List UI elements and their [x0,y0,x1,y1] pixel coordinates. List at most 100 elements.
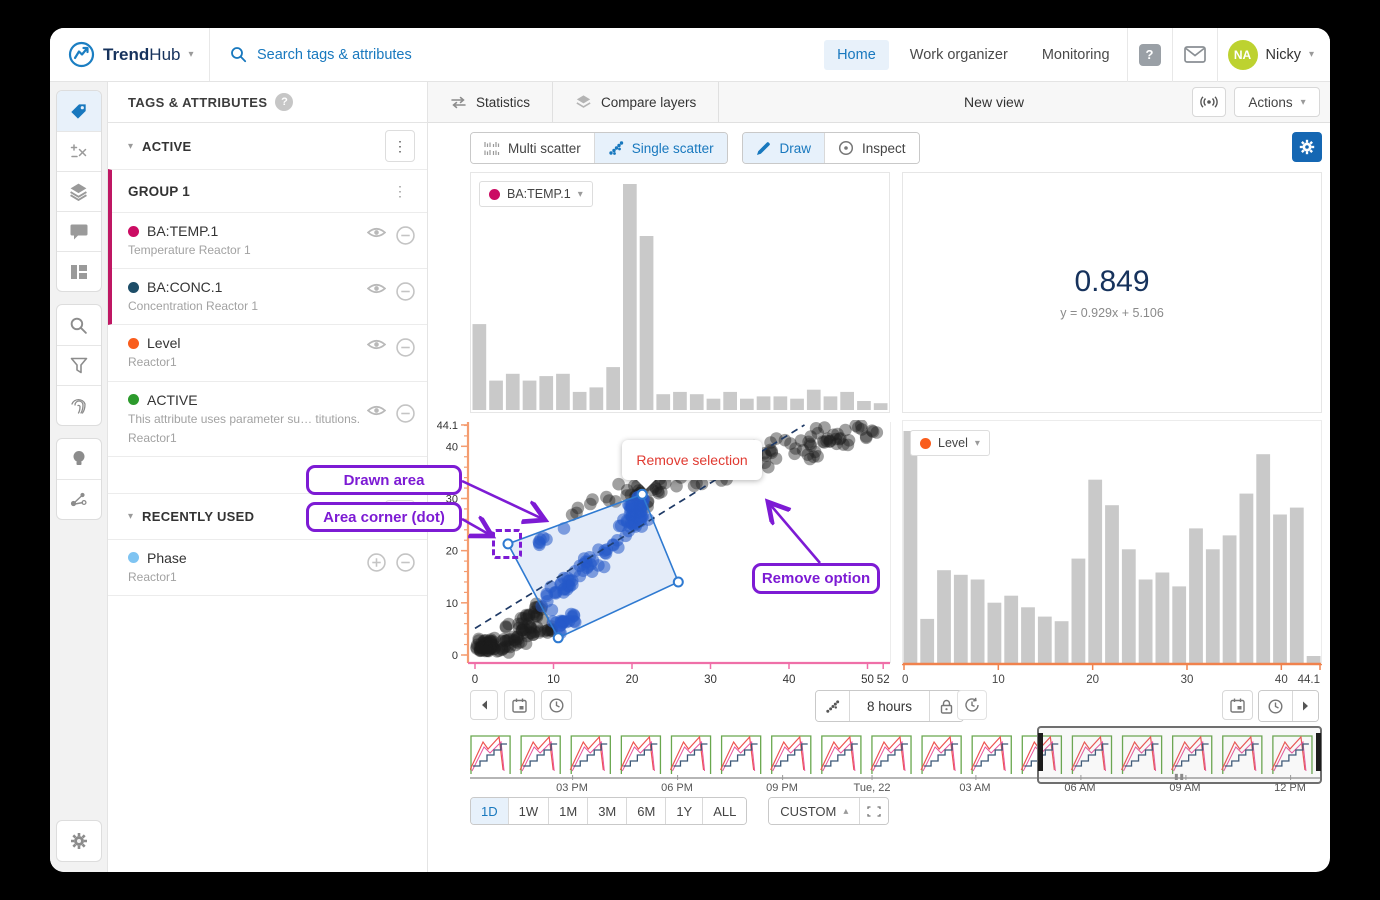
tag-group-1: GROUP 1 ⋮ BA:TEMP.1 Temperature Reactor … [108,169,427,325]
user-chevron-down-icon: ▾ [1309,49,1314,60]
brand-chevron-down-icon[interactable]: ▾ [188,49,193,60]
frame-icon [867,806,881,817]
comment-icon [70,223,88,240]
tab-statistics[interactable]: Statistics [428,82,553,122]
help-icon: ? [1139,44,1161,66]
single-scatter-label: Single scatter [632,141,714,156]
global-search [210,46,820,63]
custom-frame-button[interactable] [859,798,888,824]
recently-used-menu-button[interactable]: ⋮ [385,500,415,532]
single-scatter-button[interactable]: Single scatter [594,133,727,163]
tag-description: Reactor1 [128,569,367,585]
tag-row-level[interactable]: Level Reactor1 [108,325,427,381]
correlation-panel: 0.849 y = 0.929x + 5.106 [902,172,1322,413]
messages-button[interactable] [1173,28,1217,82]
svg-text:10: 10 [547,674,560,686]
statistics-icon [450,96,467,109]
temp-legend-chip[interactable]: BA:TEMP.1 ▾ [479,181,593,207]
tags-panel-header: TAGS & ATTRIBUTES ? [108,82,427,123]
rail-scatter[interactable] [57,479,101,519]
visibility-eye-icon[interactable] [367,404,386,417]
tab-compare-layers[interactable]: Compare layers [553,82,719,122]
step-back-button[interactable] [470,690,498,720]
rail-search[interactable] [57,305,101,345]
time-label: 03 AM [959,782,990,794]
remove-minus-icon[interactable] [396,404,415,423]
window-left-handle[interactable] [1038,733,1043,771]
duration-display[interactable]: 8 hours [849,691,929,721]
step-forward-button[interactable] [1292,691,1318,721]
scatter-duration-button[interactable] [816,691,849,721]
collapse-chevron-icon[interactable]: ▾ [128,511,133,522]
tags-panel: TAGS & ATTRIBUTES ? ▾ ACTIVE ⋮ GROUP 1 ⋮… [108,82,428,872]
active-section-menu-button[interactable]: ⋮ [385,130,415,162]
remove-minus-icon[interactable] [396,226,415,245]
draw-button[interactable]: Draw [743,133,824,163]
tag-row-phase[interactable]: Phase Reactor1 [108,539,427,596]
end-calendar-button[interactable] [1222,690,1253,720]
dashboard-icon [70,263,88,281]
rail-fingerprint[interactable] [57,385,101,425]
broadcast-icon [1200,96,1218,108]
start-time-button[interactable] [541,690,572,720]
user-menu[interactable]: NA Nicky ▾ [1218,28,1330,81]
draw-label: Draw [779,141,811,156]
range-custom-button[interactable]: CUSTOM ▴ [769,798,859,824]
rail-dashboard[interactable] [57,251,101,291]
start-calendar-button[interactable] [504,690,535,720]
tag-row-active[interactable]: ACTIVE This attribute uses parameter su…… [108,382,427,457]
group-menu-button[interactable]: ⋮ [385,183,415,200]
rail-comments[interactable] [57,211,101,251]
range-3m-button[interactable]: 3M [587,798,626,824]
range-6m-button[interactable]: 6M [626,798,665,824]
view-header: Statistics Compare layers New view Actio… [428,82,1330,123]
rail-formulas[interactable] [57,131,101,171]
custom-label: CUSTOM [780,804,836,819]
broadcast-button[interactable] [1192,87,1226,117]
tag-row-ba-conc-1[interactable]: BA:CONC.1 Concentration Reactor 1 [112,268,427,324]
active-section-header: ▾ ACTIVE ⋮ [108,123,427,169]
scatter-plot[interactable]: 01020304044.10102030405052 [437,420,893,696]
range-1m-button[interactable]: 1M [548,798,587,824]
single-scatter-icon [608,140,624,156]
range-1y-button[interactable]: 1Y [665,798,702,824]
group-header[interactable]: GROUP 1 ⋮ [112,170,427,212]
remove-minus-icon[interactable] [396,553,415,572]
nav-work-organizer[interactable]: Work organizer [897,40,1021,70]
help-button[interactable]: ? [1128,28,1172,82]
level-legend-chip[interactable]: Level ▾ [910,430,990,456]
range-all-button[interactable]: ALL [702,798,746,824]
range-1d-button[interactable]: 1D [471,798,508,824]
chevron-right-icon [1302,701,1309,711]
visibility-eye-icon[interactable] [367,338,386,351]
chart-settings-button[interactable] [1292,132,1322,162]
multi-scatter-button[interactable]: Multi scatter [471,133,594,163]
rail-suggestions[interactable] [57,439,101,479]
pencil-draw-icon [756,141,771,156]
visibility-eye-icon[interactable] [367,282,386,295]
rail-filter[interactable] [57,345,101,385]
chevron-down-icon: ▾ [975,438,980,449]
tags-help-icon[interactable]: ? [275,93,293,111]
remove-minus-icon[interactable] [396,338,415,357]
brand-logo[interactable]: TrendHub ▾ [50,28,210,81]
rail-tags[interactable] [57,91,101,131]
collapse-chevron-icon[interactable]: ▾ [128,141,133,152]
rail-layers[interactable] [57,171,101,211]
add-plus-icon[interactable] [367,553,386,572]
search-icon [230,46,247,63]
rail-settings[interactable] [57,821,101,861]
nav-home[interactable]: Home [824,40,889,70]
window-right-handle[interactable] [1316,733,1321,771]
end-time-button[interactable] [1259,691,1292,721]
chevron-left-icon [481,700,488,710]
actions-button[interactable]: Actions ▾ [1234,87,1320,117]
tag-row-ba-temp-1[interactable]: BA:TEMP.1 Temperature Reactor 1 [112,212,427,268]
range-1w-button[interactable]: 1W [508,798,549,824]
inspect-button[interactable]: Inspect [824,133,919,163]
search-input[interactable] [257,47,677,63]
remove-minus-icon[interactable] [396,282,415,301]
visibility-eye-icon[interactable] [367,226,386,239]
nav-monitoring[interactable]: Monitoring [1029,40,1123,70]
history-button[interactable] [957,690,987,720]
